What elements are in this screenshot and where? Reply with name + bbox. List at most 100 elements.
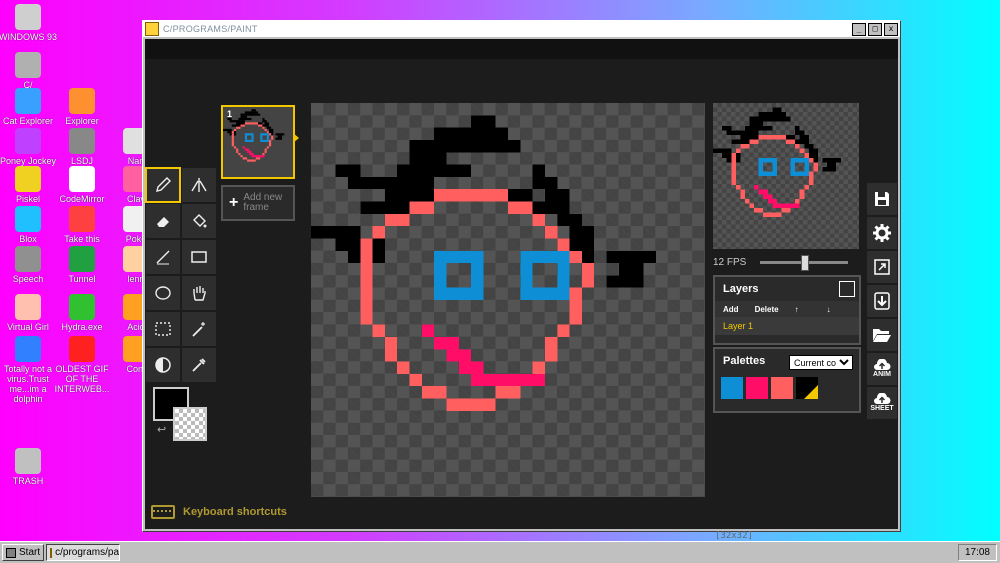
pixel xyxy=(264,122,269,125)
pixel xyxy=(335,164,361,177)
pixel xyxy=(758,171,777,176)
pixel xyxy=(495,386,521,399)
desktop-icon[interactable]: WINDOWS 93 xyxy=(0,4,60,42)
pixel xyxy=(244,133,254,136)
keyboard-shortcuts-button[interactable]: Keyboard shortcuts xyxy=(151,505,287,519)
pixel xyxy=(726,130,736,135)
desktop-icon[interactable]: Explorer xyxy=(50,88,114,126)
pixel xyxy=(544,336,558,350)
pixel xyxy=(569,250,582,264)
line-icon xyxy=(156,250,170,265)
resize-button[interactable] xyxy=(867,251,897,285)
pixel xyxy=(244,111,258,114)
color-picker-tool-button[interactable] xyxy=(181,347,217,383)
pixel xyxy=(242,157,248,160)
pixel xyxy=(360,238,373,251)
taskbar-task-paint[interactable]: c/programs/pai xyxy=(46,544,121,561)
pixel xyxy=(397,164,472,177)
pixel xyxy=(731,139,750,145)
pixel xyxy=(240,115,248,118)
pixel xyxy=(268,133,272,136)
pixel xyxy=(740,194,745,199)
secondary-color-swatch[interactable] xyxy=(173,407,207,441)
pixel xyxy=(544,226,558,239)
palette-swatch[interactable] xyxy=(721,377,743,399)
pixel xyxy=(735,130,759,135)
palette-icon xyxy=(15,166,41,192)
settings-button[interactable] xyxy=(867,217,897,251)
rect-select-tool-button[interactable] xyxy=(145,311,181,347)
pixel xyxy=(822,157,841,163)
desktop-icon-label: TRASH xyxy=(12,476,44,486)
save-button[interactable] xyxy=(867,183,897,217)
palette-select[interactable]: Current col xyxy=(789,355,853,370)
maximize-button[interactable]: □ xyxy=(868,22,882,36)
eraser-tool-button[interactable] xyxy=(145,203,181,239)
add-layer-button[interactable]: Add xyxy=(715,305,747,314)
layers-title: Layers xyxy=(715,277,859,301)
add-frame-button[interactable]: + Add new frame xyxy=(221,185,295,221)
upload-sheet-button[interactable]: SHEET xyxy=(867,387,897,421)
magic-wand-tool-button[interactable] xyxy=(181,311,217,347)
export-button[interactable] xyxy=(867,285,897,319)
pixel xyxy=(786,134,796,140)
window-titlebar[interactable]: C/PROGRAMS/PAINT _ □ x xyxy=(143,21,900,37)
pixel xyxy=(240,155,243,158)
open-button[interactable] xyxy=(867,319,897,353)
frame-thumbnail[interactable]: 1 xyxy=(221,105,295,179)
pixel xyxy=(569,226,595,239)
hand-icon xyxy=(193,286,206,301)
close-button[interactable]: x xyxy=(884,22,898,36)
desktop-icon[interactable]: TRASH xyxy=(0,448,60,486)
pixel xyxy=(233,128,237,132)
move-layer-up-button[interactable]: ↑ xyxy=(787,305,807,314)
swap-colors-icon[interactable]: ↩ xyxy=(157,423,166,436)
pixel xyxy=(767,198,777,204)
circle-tool-button[interactable] xyxy=(145,275,181,311)
pixel xyxy=(268,139,272,147)
drawing-canvas[interactable] xyxy=(311,103,705,497)
palette-swatch[interactable] xyxy=(771,377,793,399)
rectangle-tool-button[interactable] xyxy=(181,239,217,275)
layer-item[interactable]: Layer 1 xyxy=(715,317,859,335)
frame-preview-image xyxy=(223,109,285,162)
pixel xyxy=(458,361,484,374)
delete-layer-button[interactable]: Delete xyxy=(747,305,787,314)
stroke-tool-button[interactable] xyxy=(145,239,181,275)
pixel xyxy=(790,171,809,176)
fps-slider[interactable] xyxy=(760,254,849,271)
paint-bucket-tool-button[interactable] xyxy=(181,203,217,239)
codemirror-icon xyxy=(69,166,95,192)
move-layer-down-button[interactable]: ↓ xyxy=(819,305,839,314)
desktop-icon[interactable]: C/ xyxy=(0,52,60,90)
palette-swatches xyxy=(715,373,859,403)
palette-swatch[interactable] xyxy=(746,377,768,399)
pixel xyxy=(384,336,398,350)
pixel xyxy=(251,135,254,140)
pixel xyxy=(266,131,269,134)
pixel xyxy=(795,198,800,204)
fps-slider-thumb[interactable] xyxy=(801,254,810,271)
pixel xyxy=(446,349,472,362)
layers-title-text: Layers xyxy=(723,283,759,295)
pixel xyxy=(233,146,237,149)
palette-swatch[interactable] xyxy=(796,377,818,399)
pixel xyxy=(781,207,791,213)
lighten-tool-button[interactable] xyxy=(145,347,181,383)
minimize-button[interactable]: _ xyxy=(852,22,866,36)
move-tool-button[interactable] xyxy=(181,275,217,311)
pixel xyxy=(758,157,777,163)
pixel xyxy=(258,124,263,127)
toggle-layers-preview-icon[interactable] xyxy=(839,281,855,297)
pixel xyxy=(731,153,736,158)
pen-tool-button[interactable] xyxy=(145,167,181,203)
upload-anim-button[interactable]: ANIM xyxy=(867,353,897,387)
blox-icon xyxy=(15,206,41,232)
pixel xyxy=(508,201,533,214)
pixel xyxy=(260,135,263,140)
pixel xyxy=(799,148,805,154)
start-button[interactable]: Start xyxy=(2,544,45,561)
computer-icon xyxy=(15,4,41,30)
pixel xyxy=(311,226,361,239)
mirror-pen-tool-button[interactable] xyxy=(181,167,217,203)
